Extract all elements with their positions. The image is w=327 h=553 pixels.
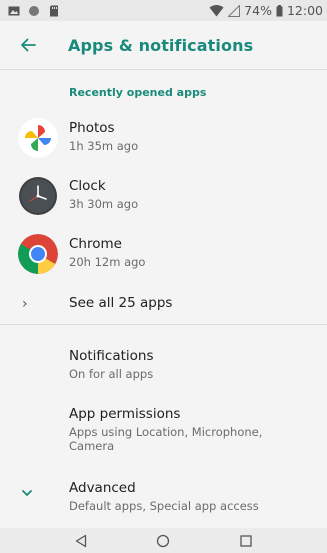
app-name: Photos	[69, 120, 115, 136]
navigation-bar	[0, 528, 327, 553]
recent-app-text: Chrome 20h 12m ago	[69, 236, 145, 269]
home-icon	[157, 534, 170, 547]
back-icon	[76, 534, 87, 547]
setting-text: Advanced Default apps, Special app acces…	[69, 480, 259, 513]
recents-icon	[240, 534, 252, 547]
arrow-back-icon	[21, 38, 36, 52]
clock-icon	[19, 177, 57, 215]
divider	[0, 324, 327, 325]
section-header-recent: Recently opened apps	[69, 86, 207, 99]
wifi-icon	[209, 4, 224, 16]
status-notifications	[8, 5, 60, 17]
nav-back-button[interactable]	[69, 531, 93, 551]
setting-title: Notifications	[69, 348, 154, 364]
app-last-used: 1h 35m ago	[69, 139, 139, 153]
app-last-used: 20h 12m ago	[69, 255, 146, 269]
app-bar: Apps & notifications	[0, 21, 327, 70]
setting-summary: On for all apps	[69, 367, 154, 381]
chrome-icon	[18, 234, 58, 274]
recent-app-photos[interactable]: Photos 1h 35m ago	[0, 108, 327, 166]
setting-notifications[interactable]: Notifications On for all apps	[0, 340, 327, 382]
nav-recents-button[interactable]	[234, 531, 258, 551]
setting-text: App permissions Apps using Location, Mic…	[69, 406, 262, 453]
status-system: 74% 12:00	[209, 3, 323, 18]
app-name: Clock	[69, 178, 106, 194]
setting-advanced[interactable]: Advanced Default apps, Special app acces…	[0, 472, 327, 518]
app-last-used: 3h 30m ago	[69, 197, 139, 211]
see-all-label: See all 25 apps	[69, 295, 173, 311]
chevron-down-icon	[22, 490, 32, 496]
chevron-right-icon: ›	[22, 296, 28, 312]
back-button[interactable]	[0, 21, 56, 70]
battery-icon	[276, 4, 283, 16]
setting-summary-line-1: Apps using Location, Microphone,	[69, 425, 263, 439]
setting-app-permissions[interactable]: App permissions Apps using Location, Mic…	[0, 398, 327, 458]
page-title: Apps & notifications	[68, 35, 254, 55]
photos-icon	[18, 118, 58, 158]
setting-summary-line-2: Camera	[69, 439, 115, 453]
recent-app-text: Clock 3h 30m ago	[69, 178, 138, 211]
recent-app-clock[interactable]: Clock 3h 30m ago	[0, 166, 327, 224]
app-name: Chrome	[69, 236, 122, 252]
setting-summary: Default apps, Special app access	[69, 499, 259, 513]
signal-icon	[228, 4, 241, 17]
status-bar: 74% 12:00	[0, 0, 327, 21]
see-all-apps-button[interactable]: › See all 25 apps	[0, 286, 327, 322]
circle-notification-icon	[29, 5, 39, 16]
recent-app-chrome[interactable]: Chrome 20h 12m ago	[0, 224, 327, 282]
setting-title: Advanced	[69, 480, 136, 496]
battery-percent: 74%	[244, 3, 272, 18]
sd-card-icon	[50, 5, 58, 16]
setting-title: App permissions	[69, 406, 181, 422]
status-time: 12:00	[286, 3, 323, 18]
recent-app-text: Photos 1h 35m ago	[69, 120, 138, 153]
nav-home-button[interactable]	[151, 531, 175, 551]
setting-text: Notifications On for all apps	[69, 348, 154, 381]
image-notification-icon	[8, 6, 20, 15]
